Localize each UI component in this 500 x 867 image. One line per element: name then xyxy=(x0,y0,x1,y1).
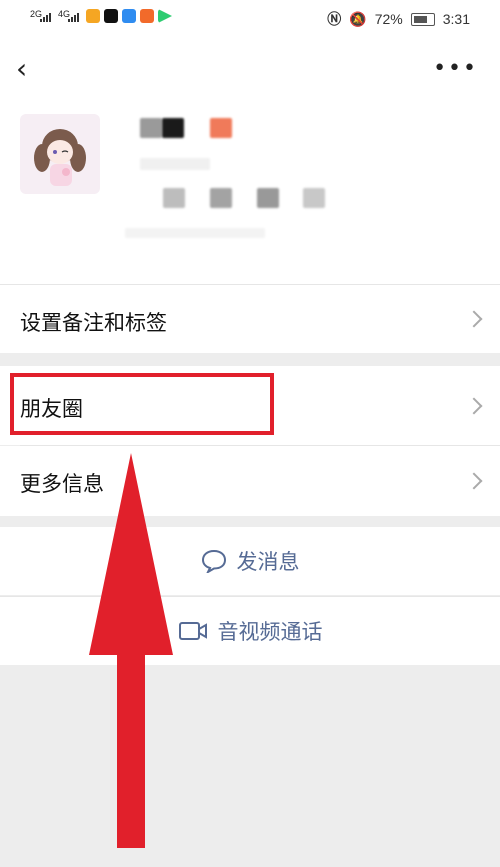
red-up-arrow xyxy=(89,453,173,848)
